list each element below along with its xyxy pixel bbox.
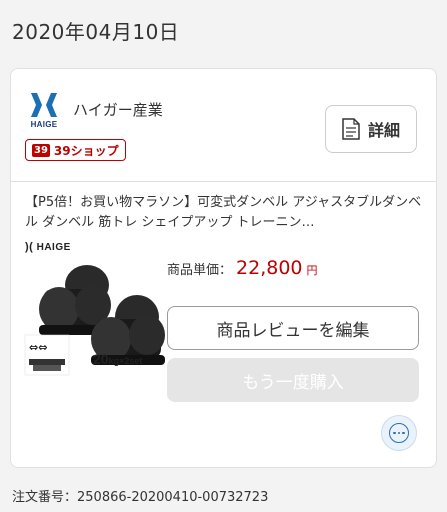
shop-badge: 39 39ショップ [25, 139, 126, 161]
price-row: 商品単価： 22,800 円 [167, 257, 318, 279]
price-label: 商品単価： [167, 263, 233, 278]
product-image-weight: 20kg×2set [93, 351, 143, 367]
product-image[interactable]: )( HAIGE ⇔⇔ 20kg×2set [19, 239, 167, 379]
edit-review-button[interactable]: 商品レビューを編集 [167, 306, 419, 350]
haige-logo-icon[interactable]: HAIGE [29, 91, 59, 133]
svg-text:⇔⇔: ⇔⇔ [29, 341, 47, 354]
detail-button[interactable]: 詳細 [325, 105, 417, 153]
order-card: HAIGE ハイガー産業 39 39ショップ 詳細 【P5倍！お買い物マラソン】… [10, 68, 437, 468]
document-icon [342, 118, 360, 140]
shop-badge-icon: 39 [32, 143, 50, 157]
order-date: 2020年04月10日 [12, 20, 180, 44]
order-number: 注文番号：250866-20200410-00732723 [12, 490, 269, 505]
buy-again-button[interactable]: もう一度購入 [167, 358, 419, 402]
more-options-icon [389, 423, 409, 443]
shop-badge-label: 39ショップ [53, 143, 119, 158]
shop-logo-text: HAIGE [30, 120, 58, 129]
divider [11, 181, 436, 182]
more-options-button[interactable] [381, 415, 417, 451]
shop-name-link[interactable]: ハイガー産業 [73, 99, 163, 120]
detail-button-label: 詳細 [367, 121, 400, 140]
price-unit: 円 [306, 264, 318, 277]
product-title-link[interactable]: 【P5倍！お買い物マラソン】可変式ダンベル アジャスタブルダンベル ダンベル 筋… [25, 193, 425, 233]
price-value: 22,800 [236, 257, 303, 279]
